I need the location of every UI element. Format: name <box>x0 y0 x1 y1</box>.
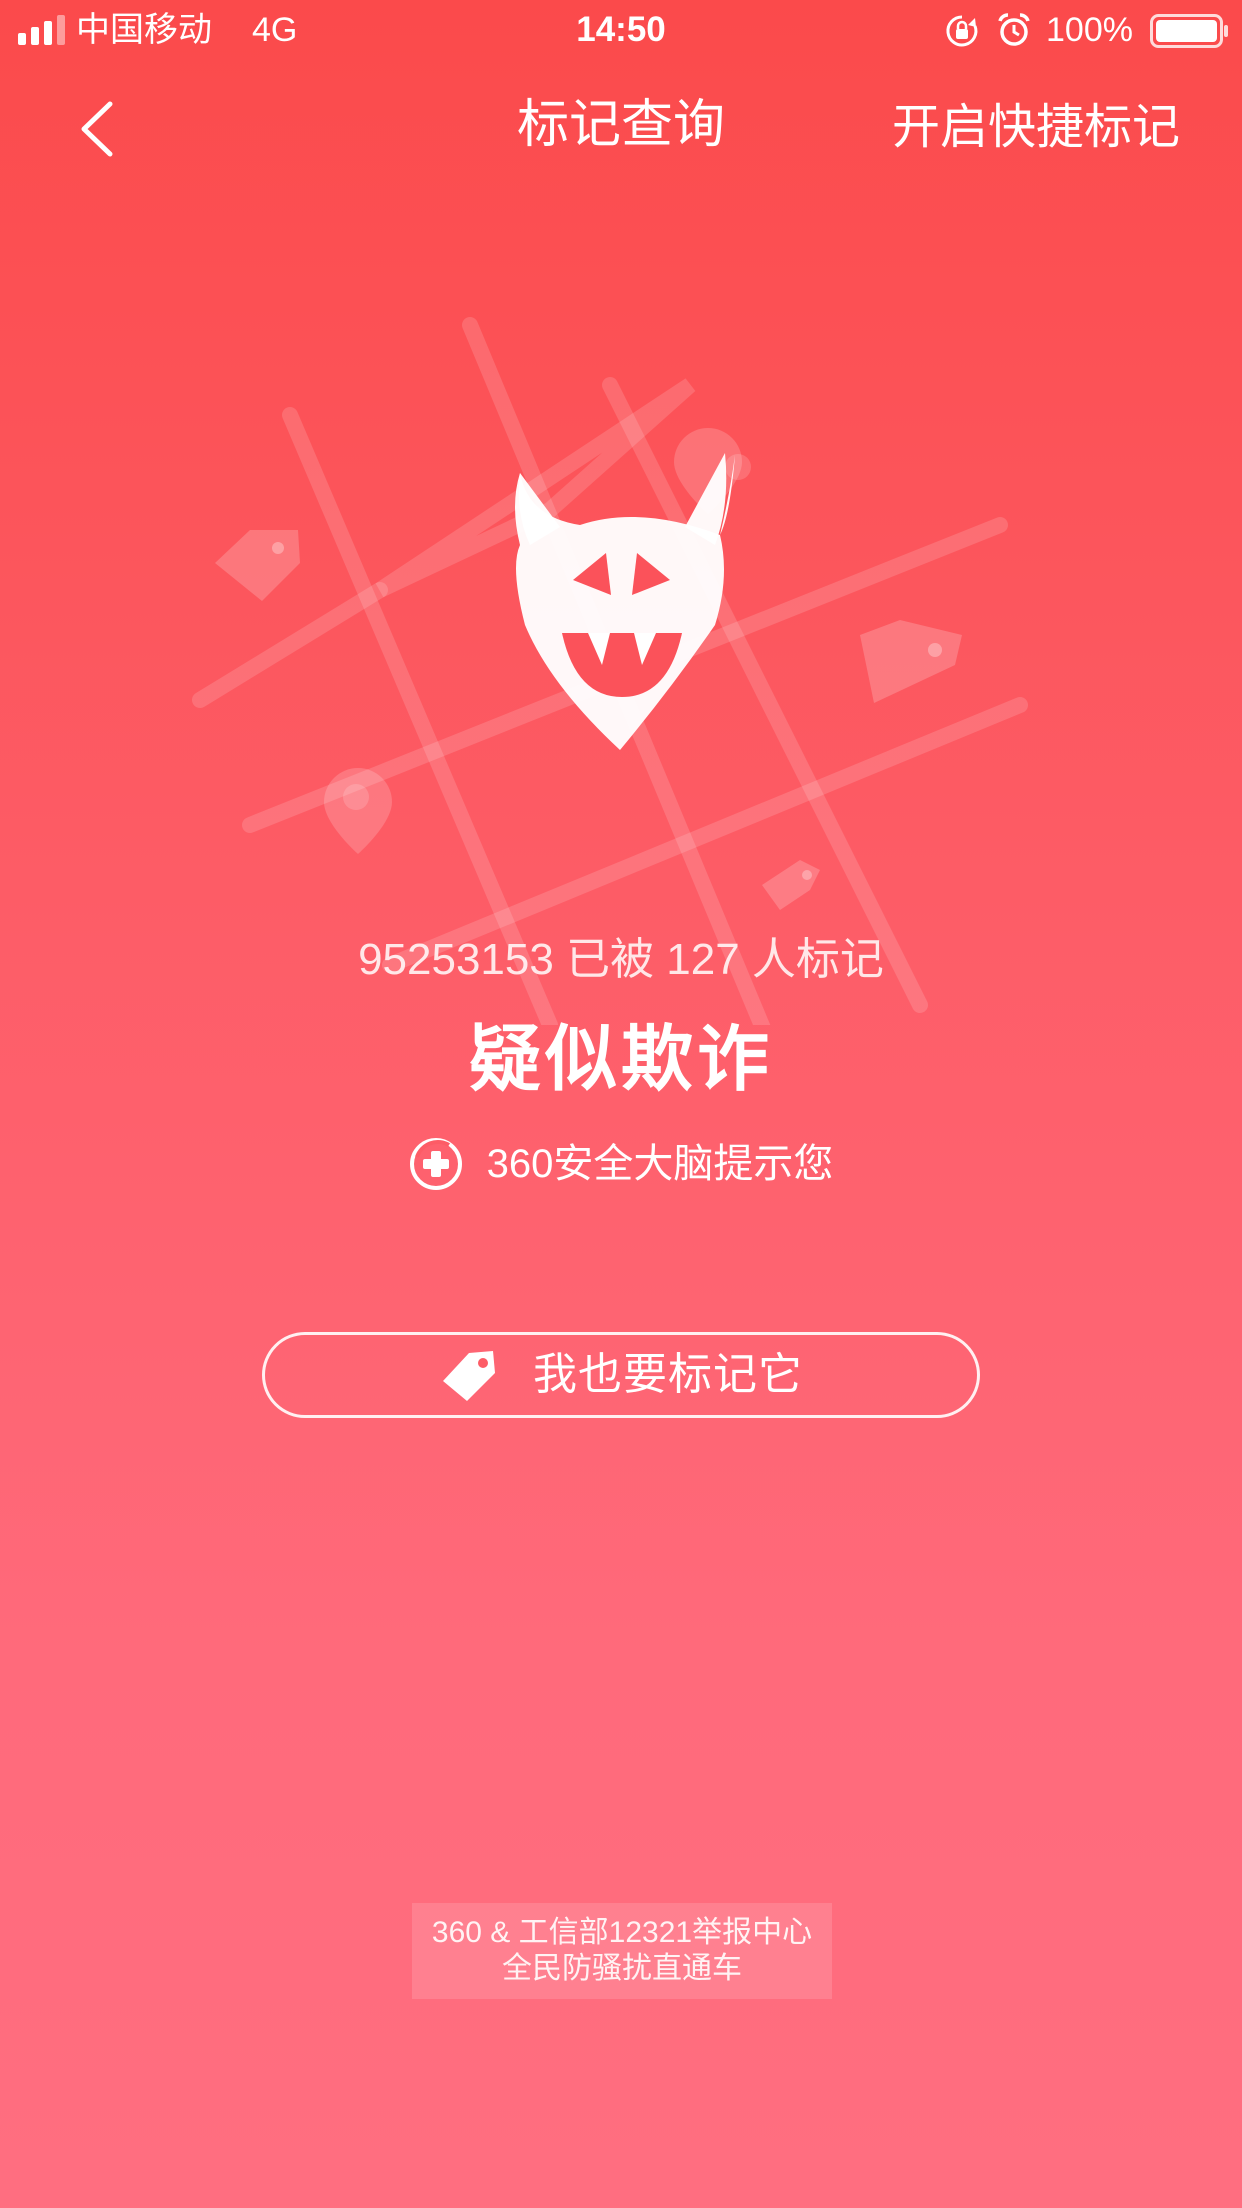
verdict-label: 疑似欺诈 <box>468 1020 773 1100</box>
alarm-icon <box>998 13 1030 46</box>
report-center-banner[interactable]: 360 & 工信部12321举报中心 全民防骚扰直通车 <box>412 1903 832 1999</box>
footer-line-2: 全民防骚扰直通车 <box>502 1952 742 1985</box>
illustration <box>192 317 1028 1025</box>
mark-count-text: 95253153 已被 127 人标记 <box>358 935 884 984</box>
tag-icon <box>443 1351 495 1401</box>
footer-line-1: 360 & 工信部12321举报中心 <box>431 1916 813 1949</box>
mark-it-label: 我也要标记它 <box>533 1350 803 1399</box>
battery-percent: 100% <box>1046 11 1133 49</box>
quick-mark-button[interactable]: 开启快捷标记 <box>892 96 1180 160</box>
status-bar: 中国移动 4G 14:50 100% <box>0 0 1242 62</box>
mark-it-button[interactable]: 我也要标记它 <box>262 1332 980 1418</box>
360-plus-icon <box>409 1138 462 1190</box>
battery-icon <box>1150 14 1228 48</box>
security-hint: 360安全大脑提示您 <box>0 1136 1242 1192</box>
hint-text: 360安全大脑提示您 <box>486 1142 834 1186</box>
rotation-lock-icon <box>946 15 978 47</box>
